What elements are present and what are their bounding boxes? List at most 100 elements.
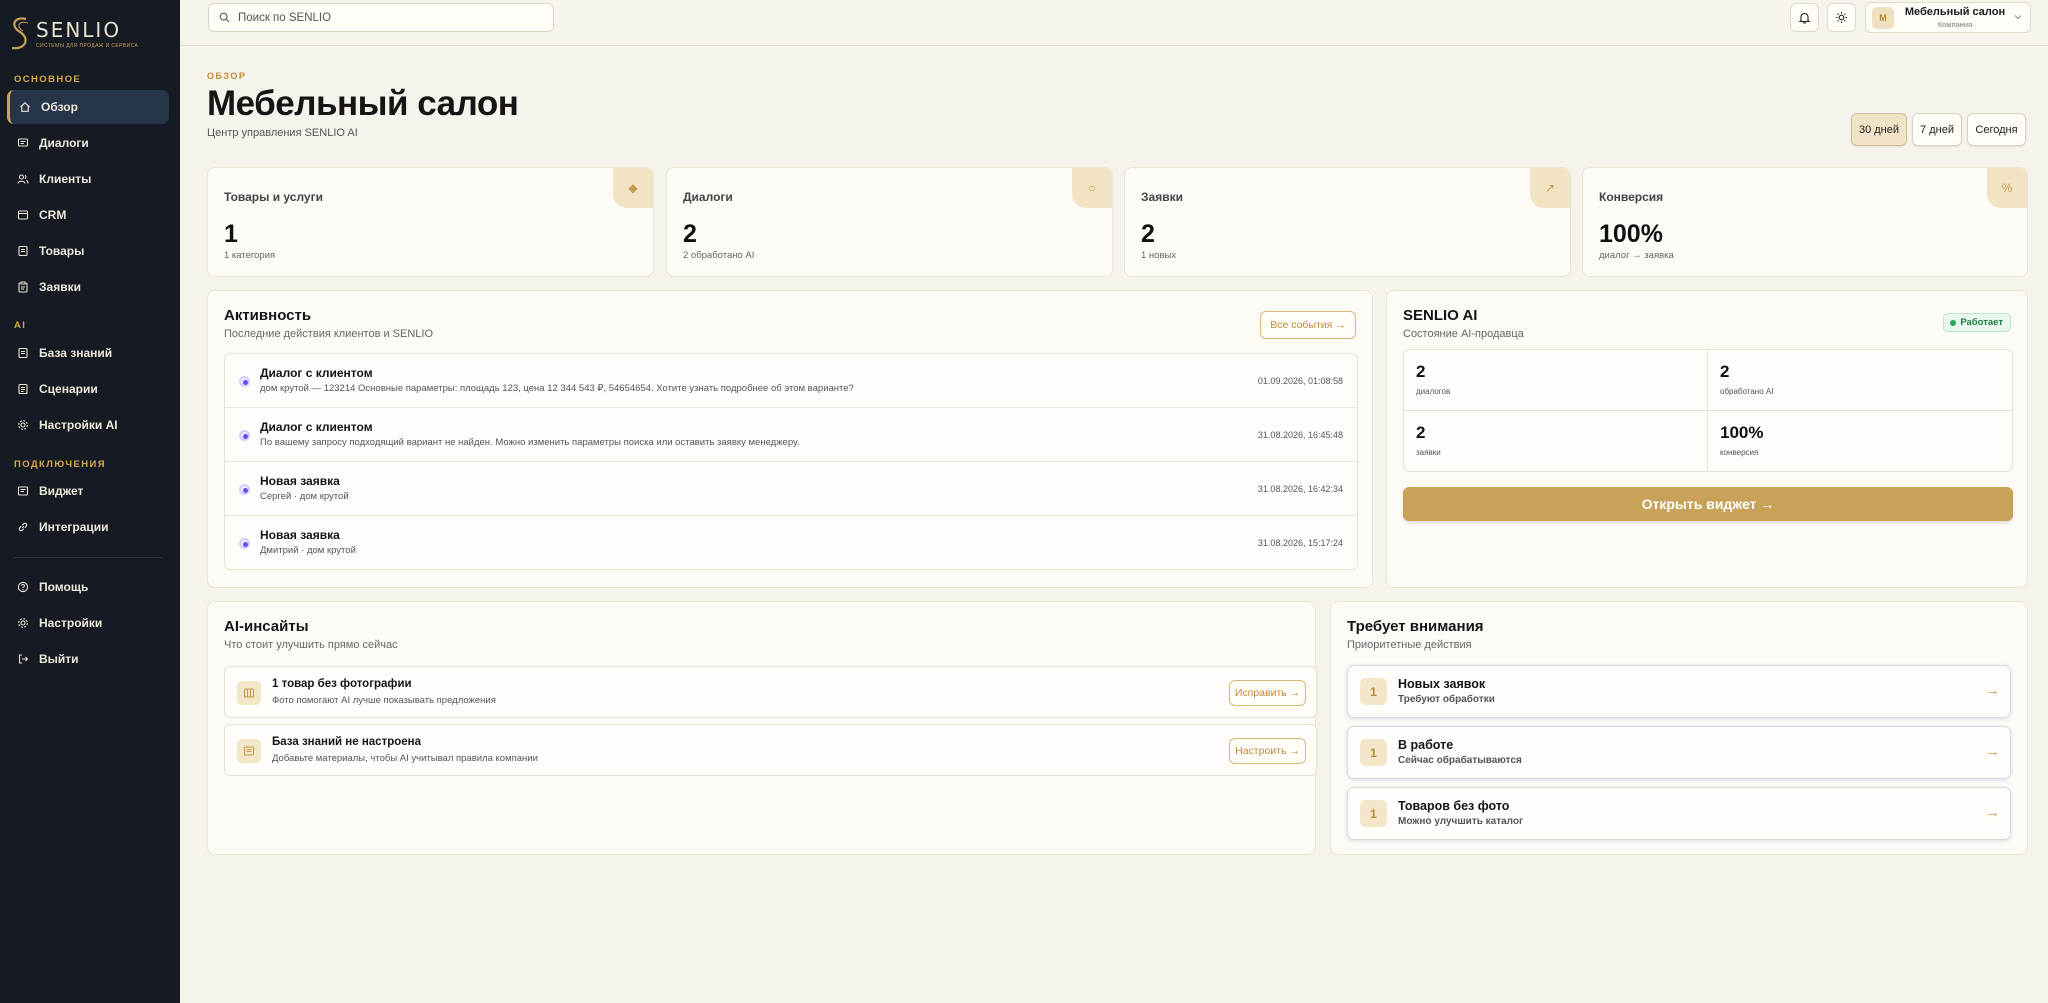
stat-sub: диалог → заявка bbox=[1599, 250, 1674, 261]
activity-item-title: Диалог с клиентом bbox=[260, 366, 373, 380]
attention-title: Требует внимания bbox=[1347, 618, 1484, 635]
stat-value: 100% bbox=[1599, 220, 1663, 248]
insights-card: AI-инсайты Что стоит улучшить прямо сейч… bbox=[207, 601, 1317, 855]
attention-subtitle: Приоритетные действия bbox=[1347, 639, 1472, 651]
diamond-icon: ◆ bbox=[613, 168, 653, 208]
all-events-button[interactable]: Все события → bbox=[1260, 311, 1356, 339]
stat-value: 2 bbox=[1141, 220, 1155, 248]
section-title-main: ОСНОВНОЕ bbox=[14, 74, 82, 85]
stat-label: Конверсия bbox=[1599, 190, 1664, 204]
sidebar-item-label: Настройки bbox=[39, 616, 103, 630]
arrow-up-right-icon: ↗ bbox=[1530, 168, 1570, 208]
activity-item[interactable]: Новая заявка Сергей · дом крутой 31.08.2… bbox=[225, 462, 1357, 516]
sidebar-item-label: Виджет bbox=[39, 484, 84, 498]
activity-item-desc: Сергей · дом крутой bbox=[260, 491, 349, 502]
insight-desc: Добавьте материалы, чтобы AI учитывал пр… bbox=[272, 753, 538, 764]
link-icon bbox=[18, 522, 28, 532]
sidebar-item-settings[interactable]: Настройки bbox=[7, 606, 169, 640]
theme-toggle-button[interactable] bbox=[1827, 3, 1856, 32]
range-30-days-button[interactable]: 30 дней bbox=[1851, 113, 1907, 146]
activity-item-title: Новая заявка bbox=[260, 474, 340, 488]
brand-tagline: СИСТЕМЫ ДЛЯ ПРОДАЖ И СЕРВИСА bbox=[36, 43, 139, 49]
stat-card-products: Товары и услуги 1 1 категория ◆ bbox=[207, 167, 654, 277]
box-icon bbox=[18, 245, 28, 257]
ai-metric: 2 обработано AI bbox=[1708, 350, 2012, 411]
sidebar-item-label: Сценарии bbox=[39, 382, 98, 396]
ai-metric: 2 диалогов bbox=[1404, 350, 1708, 411]
activity-item[interactable]: Диалог с клиентом дом крутой — 123214 Ос… bbox=[225, 354, 1357, 408]
sidebar-item-label: Настройки AI bbox=[39, 418, 118, 432]
activity-item-title: Новая заявка bbox=[260, 528, 340, 542]
ai-metric-value: 2 bbox=[1720, 362, 1730, 381]
company-switcher[interactable]: М Мебельный салон Компания bbox=[1865, 2, 2031, 33]
ai-metric-value: 2 bbox=[1416, 362, 1426, 381]
status-text: Работает bbox=[1960, 317, 2003, 328]
ai-metric-label: заявки bbox=[1416, 448, 1441, 457]
attention-item-title: В работе bbox=[1398, 738, 1454, 752]
attention-item-new-requests[interactable]: 1 Новых заявок Требуют обработки → bbox=[1347, 665, 2011, 718]
search-box[interactable] bbox=[208, 3, 554, 32]
gear-icon bbox=[18, 618, 28, 628]
attention-item-in-progress[interactable]: 1 В работе Сейчас обрабатываются → bbox=[1347, 726, 2011, 779]
range-today-button[interactable]: Сегодня bbox=[1967, 113, 2026, 146]
sidebar-item-label: Товары bbox=[39, 244, 85, 258]
activity-dot-icon bbox=[239, 538, 250, 549]
stat-value: 2 bbox=[683, 220, 697, 248]
stat-label: Товары и услуги bbox=[224, 190, 323, 204]
activity-item-desc: Дмитрий · дом крутой bbox=[260, 545, 356, 556]
gear-icon bbox=[18, 420, 28, 430]
stat-card-dialogs: Диалоги 2 2 обработано AI ○ bbox=[666, 167, 1113, 277]
range-7-days-button[interactable]: 7 дней bbox=[1912, 113, 1962, 146]
ai-metric-label: диалогов bbox=[1416, 387, 1451, 396]
sidebar-item-scenarios[interactable]: Сценарии bbox=[7, 372, 169, 406]
attention-count: 1 bbox=[1360, 800, 1387, 827]
sidebar-item-help[interactable]: Помощь bbox=[7, 570, 169, 604]
sidebar-item-label: Диалоги bbox=[39, 136, 89, 150]
activity-dot-icon bbox=[239, 430, 250, 441]
activity-item[interactable]: Новая заявка Дмитрий · дом крутой 31.08.… bbox=[225, 516, 1357, 570]
arrow-right-icon: → bbox=[1985, 682, 2000, 699]
crm-icon bbox=[17, 210, 29, 220]
sidebar-item-ai-settings[interactable]: Настройки AI bbox=[7, 408, 169, 442]
book-icon bbox=[18, 347, 28, 359]
activity-dot-icon bbox=[239, 376, 250, 387]
activity-list: Диалог с клиентом дом крутой — 123214 Ос… bbox=[224, 353, 1358, 570]
sidebar-item-requests[interactable]: Заявки bbox=[7, 270, 169, 304]
sidebar-item-dialogs[interactable]: Диалоги bbox=[7, 126, 169, 160]
fix-button[interactable]: Исправить → bbox=[1229, 680, 1306, 706]
stat-card-requests: Заявки 2 1 новых ↗ bbox=[1124, 167, 1571, 277]
sidebar-item-overview[interactable]: Обзор bbox=[7, 90, 169, 124]
sidebar: SENLIO СИСТЕМЫ ДЛЯ ПРОДАЖ И СЕРВИСА ОСНО… bbox=[0, 0, 180, 1003]
sidebar-item-integrations[interactable]: Интеграции bbox=[7, 510, 169, 544]
sidebar-item-knowledge-base[interactable]: База знаний bbox=[7, 336, 169, 370]
configure-button[interactable]: Настроить → bbox=[1229, 738, 1306, 764]
search-icon bbox=[219, 12, 230, 23]
attention-item-products-no-photo[interactable]: 1 Товаров без фото Можно улучшить катало… bbox=[1347, 787, 2011, 840]
stat-sub: 2 обработано AI bbox=[683, 250, 755, 261]
activity-item-desc: По вашему запросу подходящий вариант не … bbox=[260, 437, 800, 448]
ai-subtitle: Состояние AI-продавца bbox=[1403, 328, 1524, 340]
sidebar-item-crm[interactable]: CRM bbox=[7, 198, 169, 232]
sidebar-item-logout[interactable]: Выйти bbox=[7, 642, 169, 676]
sidebar-item-clients[interactable]: Клиенты bbox=[7, 162, 169, 196]
sidebar-item-label: Обзор bbox=[41, 100, 78, 114]
users-icon bbox=[17, 174, 29, 184]
page-eyebrow: ОБЗОР bbox=[207, 71, 247, 81]
chevron-down-icon bbox=[2014, 15, 2022, 20]
brand-logo[interactable]: SENLIO СИСТЕМЫ ДЛЯ ПРОДАЖ И СЕРВИСА bbox=[8, 14, 138, 54]
search-input[interactable] bbox=[238, 11, 538, 24]
sun-icon bbox=[1836, 12, 1847, 23]
book-icon bbox=[237, 739, 261, 763]
activity-item[interactable]: Диалог с клиентом По вашему запросу подх… bbox=[225, 408, 1357, 462]
arrow-right-icon: → bbox=[1985, 743, 2000, 760]
stat-label: Заявки bbox=[1141, 190, 1183, 204]
logout-icon bbox=[18, 654, 29, 664]
sidebar-item-products[interactable]: Товары bbox=[7, 234, 169, 268]
insight-title: 1 товар без фотографии bbox=[272, 678, 412, 690]
ai-metrics-grid: 2 диалогов 2 обработано AI 2 заявки 100%… bbox=[1403, 349, 2013, 472]
percent-icon: % bbox=[1987, 168, 2027, 208]
attention-count: 1 bbox=[1360, 739, 1387, 766]
sidebar-item-widget[interactable]: Виджет bbox=[7, 474, 169, 508]
open-widget-button[interactable]: Открыть виджет → bbox=[1403, 487, 2013, 521]
notifications-button[interactable] bbox=[1790, 3, 1819, 32]
